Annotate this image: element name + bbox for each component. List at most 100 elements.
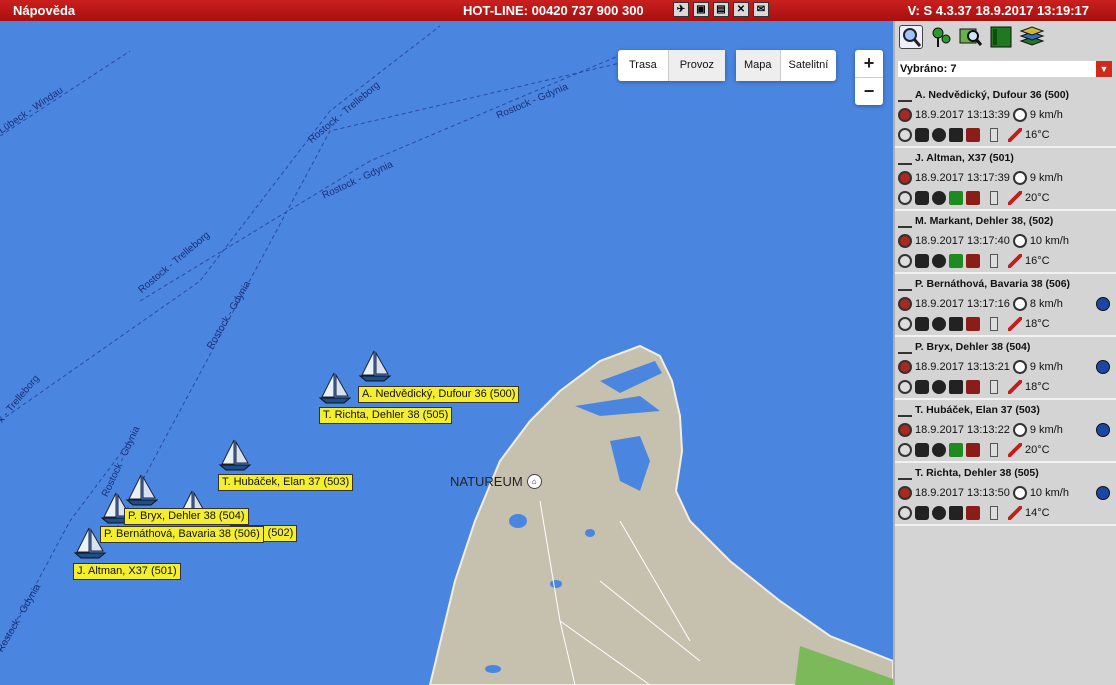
engine-icon[interactable] [932, 506, 946, 520]
vehicle-icon[interactable] [949, 380, 963, 394]
camera-icon[interactable] [915, 254, 929, 268]
settings-icon[interactable]: ▤ [713, 2, 729, 17]
camera-icon[interactable] [915, 506, 929, 520]
status-circle-icon[interactable] [898, 443, 912, 457]
status-circle-icon[interactable] [898, 317, 912, 331]
camera-icon[interactable] [915, 317, 929, 331]
camera-icon[interactable] [915, 191, 929, 205]
engine-icon[interactable] [932, 443, 946, 457]
layers-icon[interactable] [1019, 25, 1045, 49]
vessel-name[interactable]: P. Bernáthová, Bavaria 38 (506) [915, 278, 1070, 290]
vessel-item[interactable]: P. Bernáthová, Bavaria 38 (506) 18.9.2017… [895, 274, 1116, 337]
persons-icon[interactable] [966, 191, 980, 205]
vessel-name[interactable]: J. Altman, X37 (501) [915, 152, 1014, 164]
vessel-name[interactable]: M. Markant, Dehler 38, (502) [915, 215, 1053, 227]
status-circle-icon[interactable] [898, 191, 912, 205]
engine-icon[interactable] [932, 380, 946, 394]
globe-icon[interactable] [1096, 297, 1110, 311]
satellite-button[interactable]: Satelitní [779, 50, 837, 81]
engine-icon[interactable] [932, 254, 946, 268]
driver-icon[interactable] [898, 360, 912, 374]
zoom-in-button[interactable]: + [855, 50, 883, 77]
camera-icon[interactable] [915, 443, 929, 457]
vessel-name[interactable]: T. Hubáček, Elan 37 (503) [915, 404, 1040, 416]
persons-icon[interactable] [966, 254, 980, 268]
vessel-speed: 8 km/h [1029, 298, 1063, 310]
vessel-name[interactable]: P. Bryx, Dehler 38 (504) [915, 341, 1030, 353]
driver-icon[interactable] [898, 108, 912, 122]
vehicle-icon[interactable] [949, 254, 963, 268]
thermometer-icon [1008, 380, 1022, 394]
vessel-item[interactable]: A. Nedvědický, Dufour 36 (500) 18.9.2017 … [895, 85, 1116, 148]
driver-icon[interactable] [898, 171, 912, 185]
plane-icon[interactable]: ✈ [673, 2, 689, 17]
vessel-label-506[interactable]: P. Bernáthová, Bavaria 38 (506) [100, 526, 264, 543]
mail-icon[interactable]: ✉ [753, 2, 769, 17]
sailboat-icon[interactable] [318, 371, 352, 405]
place-label-natureum[interactable]: NATUREUM ⌂ [450, 474, 542, 489]
pin-icon[interactable] [929, 25, 953, 49]
top-toolbar: ✈ ▣ ▤ ✕ ✉ [673, 2, 769, 17]
vessel-item[interactable]: P. Bryx, Dehler 38 (504) 18.9.2017 13:13:… [895, 337, 1116, 400]
vehicle-icon[interactable] [949, 506, 963, 520]
status-circle-icon[interactable] [898, 506, 912, 520]
route-button[interactable]: Trasa [618, 50, 668, 81]
persons-icon[interactable] [966, 128, 980, 142]
vessel-name[interactable]: A. Nedvědický, Dufour 36 (500) [915, 89, 1069, 101]
driver-icon[interactable] [898, 234, 912, 248]
map-area[interactable]: Lübeck - Windau Rostock - Trelleborg Ros… [0, 21, 893, 685]
driver-icon[interactable] [898, 486, 912, 500]
globe-icon[interactable] [1096, 360, 1110, 374]
map-search-icon[interactable] [959, 25, 983, 49]
engine-icon[interactable] [932, 191, 946, 205]
engine-icon[interactable] [932, 128, 946, 142]
globe-icon[interactable] [1096, 423, 1110, 437]
speed-icon [1012, 297, 1027, 311]
ship-icon [898, 466, 912, 480]
vessel-label-503[interactable]: T. Hubáček, Elan 37 (503) [218, 474, 354, 491]
sailboat-icon[interactable] [358, 349, 392, 383]
help-menu[interactable]: Nápověda [13, 3, 75, 18]
vessel-label-505[interactable]: T. Richta, Dehler 38 (505) [319, 407, 453, 424]
vessel-item[interactable]: T. Richta, Dehler 38 (505) 18.9.2017 13:1… [895, 463, 1116, 526]
vehicle-icon[interactable] [949, 191, 963, 205]
book-icon[interactable] [989, 25, 1013, 49]
vessel-item[interactable]: J. Altman, X37 (501) 18.9.2017 13:17:39 9 … [895, 148, 1116, 211]
status-circle-icon[interactable] [898, 380, 912, 394]
vessel-item[interactable]: M. Markant, Dehler 38, (502) 18.9.2017 13… [895, 211, 1116, 274]
vessel-label-500[interactable]: A. Nedvědický, Dufour 36 (500) [358, 386, 520, 403]
speed-icon [1012, 486, 1027, 500]
status-circle-icon[interactable] [898, 254, 912, 268]
persons-icon[interactable] [966, 380, 980, 394]
persons-icon[interactable] [966, 506, 980, 520]
zoom-out-button[interactable]: − [855, 77, 883, 105]
vessel-speed: 10 km/h [1029, 487, 1069, 499]
driver-icon[interactable] [898, 423, 912, 437]
chevron-down-icon[interactable]: ▼ [1096, 61, 1112, 77]
persons-icon[interactable] [966, 443, 980, 457]
engine-icon[interactable] [932, 317, 946, 331]
vehicle-icon[interactable] [949, 128, 963, 142]
traffic-button[interactable]: Provoz [667, 50, 725, 81]
vessel-name[interactable]: T. Richta, Dehler 38 (505) [915, 467, 1039, 479]
vessel-label-501[interactable]: J. Altman, X37 (501) [73, 563, 181, 580]
vessel-label-504[interactable]: P. Bryx, Dehler 38 (504) [124, 508, 249, 525]
camera-icon[interactable] [915, 380, 929, 394]
vessel-item[interactable]: T. Hubáček, Elan 37 (503) 18.9.2017 13:13… [895, 400, 1116, 463]
tools-icon[interactable]: ✕ [733, 2, 749, 17]
ship-icon [898, 403, 912, 417]
speed-icon [1012, 108, 1027, 122]
driver-icon[interactable] [898, 297, 912, 311]
camera-icon[interactable] [915, 128, 929, 142]
search-vehicle-icon[interactable] [899, 25, 923, 49]
vessel-speed: 9 km/h [1029, 109, 1063, 121]
persons-icon[interactable] [966, 317, 980, 331]
map-type-button[interactable]: Mapa [736, 50, 780, 81]
monitor-icon[interactable]: ▣ [693, 2, 709, 17]
status-circle-icon[interactable] [898, 128, 912, 142]
vehicle-icon[interactable] [949, 443, 963, 457]
vehicle-icon[interactable] [949, 317, 963, 331]
sailboat-icon[interactable] [218, 438, 252, 472]
selected-count-dropdown[interactable]: Vybráno: 7 ▼ [898, 61, 1112, 77]
globe-icon[interactable] [1096, 486, 1110, 500]
